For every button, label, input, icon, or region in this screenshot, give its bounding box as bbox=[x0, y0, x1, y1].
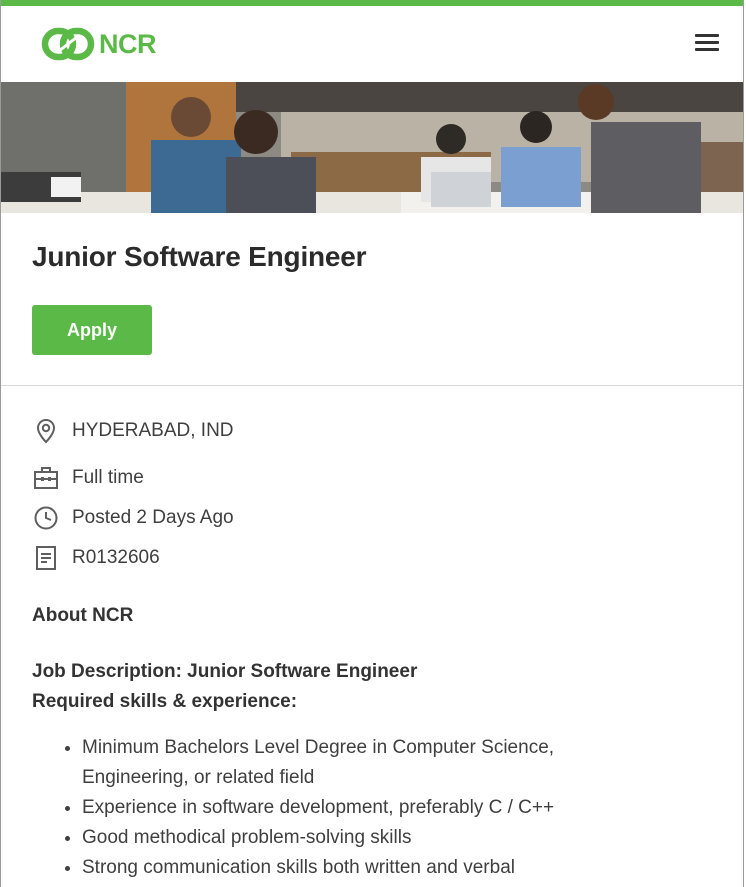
description-heading: Job Description: Junior Software Enginee… bbox=[32, 661, 418, 682]
apply-button[interactable]: Apply bbox=[32, 305, 152, 355]
document-icon bbox=[36, 546, 56, 570]
hamburger-menu-icon[interactable] bbox=[695, 34, 719, 54]
posted-date: Posted 2 Days Ago bbox=[72, 507, 234, 528]
list-item: Good methodical problem-solving skills bbox=[82, 823, 602, 853]
job-title: Junior Software Engineer bbox=[32, 241, 367, 272]
ncr-logo-icon bbox=[41, 27, 95, 61]
clock-icon bbox=[34, 506, 58, 530]
skills-list: Minimum Bachelors Level Degree in Comput… bbox=[32, 733, 602, 883]
job-posting-page: NCR Junior Software Engineer Apply HYDER… bbox=[0, 0, 744, 887]
job-title-section: Junior Software Engineer Apply bbox=[1, 213, 743, 386]
briefcase-icon bbox=[34, 467, 58, 489]
ncr-logo[interactable]: NCR bbox=[41, 26, 157, 62]
location-pin-icon bbox=[36, 418, 56, 444]
logo-text: NCR bbox=[99, 28, 157, 59]
list-item: Experience in software development, pref… bbox=[82, 793, 602, 823]
job-type: Full time bbox=[72, 467, 144, 488]
skills-heading: Required skills & experience: bbox=[32, 691, 298, 712]
posted-row: Posted 2 Days Ago bbox=[33, 504, 234, 532]
list-item: Strong communication skills both written… bbox=[82, 853, 602, 883]
site-header: NCR bbox=[1, 6, 743, 82]
list-item: Minimum Bachelors Level Degree in Comput… bbox=[82, 733, 602, 793]
location-row: HYDERABAD, IND bbox=[33, 417, 234, 445]
requisition-row: R0132606 bbox=[33, 544, 160, 572]
job-type-row: Full time bbox=[33, 464, 144, 492]
requisition-id: R0132606 bbox=[72, 547, 160, 568]
about-heading: About NCR bbox=[32, 605, 134, 626]
hero-banner-image bbox=[1, 82, 743, 213]
job-location: HYDERABAD, IND bbox=[72, 420, 234, 441]
